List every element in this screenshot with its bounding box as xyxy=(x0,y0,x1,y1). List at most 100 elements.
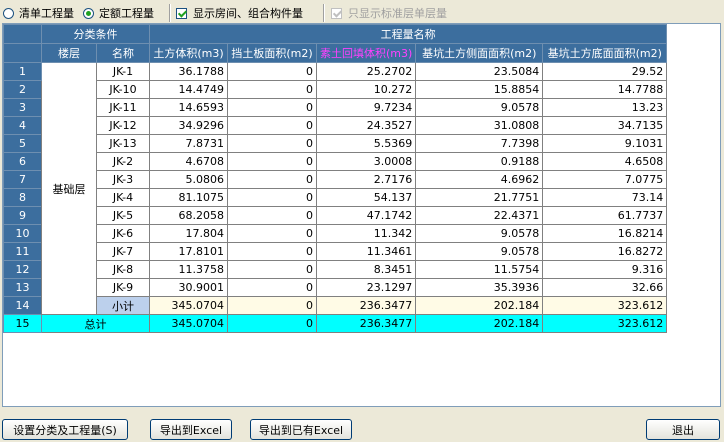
row-number[interactable]: 12 xyxy=(3,260,42,279)
row-number[interactable]: 5 xyxy=(3,134,42,153)
value-cell-earth-volume[interactable]: 4.6708 xyxy=(149,152,228,171)
row-number[interactable]: 9 xyxy=(3,206,42,225)
value-cell-bottom-area[interactable]: 16.8272 xyxy=(542,242,668,261)
value-cell-backfill-volume[interactable]: 8.3451 xyxy=(315,260,417,279)
row-number[interactable]: 14 xyxy=(3,296,42,315)
subtotal-cell-retaining-board[interactable]: 0 xyxy=(227,296,317,315)
value-cell-retaining-board[interactable]: 0 xyxy=(227,242,317,261)
total-cell-backfill-volume[interactable]: 236.3477 xyxy=(315,314,417,333)
value-cell-retaining-board[interactable]: 0 xyxy=(227,134,317,153)
value-cell-backfill-volume[interactable]: 24.3527 xyxy=(315,116,417,135)
value-cell-bottom-area[interactable]: 16.8214 xyxy=(542,224,668,243)
name-cell[interactable]: JK-3 xyxy=(96,170,150,189)
value-cell-retaining-board[interactable]: 0 xyxy=(227,206,317,225)
value-cell-backfill-volume[interactable]: 3.0008 xyxy=(315,152,417,171)
name-cell[interactable]: JK-5 xyxy=(96,206,150,225)
value-cell-bottom-area[interactable]: 73.14 xyxy=(542,188,668,207)
value-cell-retaining-board[interactable]: 0 xyxy=(227,98,317,117)
table-row[interactable]: 8 JK-4 81.1075 0 54.137 21.7751 73.14 xyxy=(3,188,668,207)
name-cell[interactable]: JK-10 xyxy=(96,80,150,99)
name-cell[interactable]: JK-11 xyxy=(96,98,150,117)
value-cell-bottom-area[interactable]: 4.6508 xyxy=(542,152,668,171)
show-rooms-checkbox[interactable]: 显示房间、组合构件量 xyxy=(176,5,303,21)
value-cell-earth-volume[interactable]: 30.9001 xyxy=(149,278,228,297)
value-cell-retaining-board[interactable]: 0 xyxy=(227,278,317,297)
table-row[interactable]: 7 JK-3 5.0806 0 2.7176 4.6962 7.0775 xyxy=(3,170,668,189)
value-cell-side-area[interactable]: 11.5754 xyxy=(415,260,544,279)
value-cell-retaining-board[interactable]: 0 xyxy=(227,116,317,135)
value-cell-backfill-volume[interactable]: 2.7176 xyxy=(315,170,417,189)
value-cell-backfill-volume[interactable]: 11.342 xyxy=(315,224,417,243)
bill-qty-radio[interactable]: 清单工程量 xyxy=(3,5,74,21)
exit-button[interactable]: 退出 xyxy=(646,419,720,440)
table-row[interactable]: 13 JK-9 30.9001 0 23.1297 35.3936 32.66 xyxy=(3,278,668,297)
value-cell-earth-volume[interactable]: 68.2058 xyxy=(149,206,228,225)
name-cell[interactable]: JK-8 xyxy=(96,260,150,279)
table-row[interactable]: 1 基础层 JK-1 36.1788 0 25.2702 23.5084 29.52 xyxy=(3,62,668,315)
export-excel-button[interactable]: 导出到Excel xyxy=(150,419,232,440)
table-row[interactable]: 9 JK-5 68.2058 0 47.1742 22.4371 61.7737 xyxy=(3,206,668,225)
value-cell-backfill-volume[interactable]: 9.7234 xyxy=(315,98,417,117)
subtotal-row[interactable]: 14 小计 345.0704 0 236.3477 202.184 323.612 xyxy=(3,296,668,315)
table-row[interactable]: 3 JK-11 14.6593 0 9.7234 9.0578 13.23 xyxy=(3,98,668,117)
value-cell-earth-volume[interactable]: 11.3758 xyxy=(149,260,228,279)
total-cell-retaining-board[interactable]: 0 xyxy=(227,314,317,333)
table-row[interactable]: 6 JK-2 4.6708 0 3.0008 0.9188 4.6508 xyxy=(3,152,668,171)
export-existing-excel-button[interactable]: 导出到已有Excel xyxy=(250,419,352,440)
value-cell-bottom-area[interactable]: 14.7788 xyxy=(542,80,668,99)
value-cell-bottom-area[interactable]: 9.316 xyxy=(542,260,668,279)
total-cell-earth-volume[interactable]: 345.0704 xyxy=(149,314,228,333)
table-row[interactable]: 2 JK-10 14.4749 0 10.272 15.8854 14.7788 xyxy=(3,80,668,99)
value-cell-side-area[interactable]: 23.5084 xyxy=(415,62,544,81)
subtotal-cell-bottom-area[interactable]: 323.612 xyxy=(542,296,668,315)
value-cell-earth-volume[interactable]: 14.6593 xyxy=(149,98,228,117)
value-cell-earth-volume[interactable]: 81.1075 xyxy=(149,188,228,207)
value-cell-side-area[interactable]: 9.0578 xyxy=(415,224,544,243)
table-row[interactable]: 10 JK-6 17.804 0 11.342 9.0578 16.8214 xyxy=(3,224,668,243)
table-row[interactable]: 12 JK-8 11.3758 0 8.3451 11.5754 9.316 xyxy=(3,260,668,279)
value-cell-side-area[interactable]: 35.3936 xyxy=(415,278,544,297)
value-cell-retaining-board[interactable]: 0 xyxy=(227,80,317,99)
value-cell-retaining-board[interactable]: 0 xyxy=(227,260,317,279)
value-cell-backfill-volume[interactable]: 54.137 xyxy=(315,188,417,207)
value-cell-backfill-volume[interactable]: 23.1297 xyxy=(315,278,417,297)
value-cell-side-area[interactable]: 7.7398 xyxy=(415,134,544,153)
row-number[interactable]: 7 xyxy=(3,170,42,189)
value-cell-side-area[interactable]: 0.9188 xyxy=(415,152,544,171)
value-cell-side-area[interactable]: 9.0578 xyxy=(415,242,544,261)
value-cell-retaining-board[interactable]: 0 xyxy=(227,62,317,81)
name-cell[interactable]: JK-6 xyxy=(96,224,150,243)
value-cell-backfill-volume[interactable]: 25.2702 xyxy=(315,62,417,81)
subtotal-cell-earth-volume[interactable]: 345.0704 xyxy=(149,296,228,315)
row-number[interactable]: 11 xyxy=(3,242,42,261)
value-cell-earth-volume[interactable]: 14.4749 xyxy=(149,80,228,99)
set-category-button[interactable]: 设置分类及工程量(S) xyxy=(2,419,128,440)
value-cell-earth-volume[interactable]: 17.8101 xyxy=(149,242,228,261)
value-cell-side-area[interactable]: 4.6962 xyxy=(415,170,544,189)
row-number[interactable]: 10 xyxy=(3,224,42,243)
total-cell-bottom-area[interactable]: 323.612 xyxy=(542,314,668,333)
value-cell-bottom-area[interactable]: 34.7135 xyxy=(542,116,668,135)
value-cell-earth-volume[interactable]: 17.804 xyxy=(149,224,228,243)
value-cell-side-area[interactable]: 31.0808 xyxy=(415,116,544,135)
row-number[interactable]: 15 xyxy=(3,314,42,333)
value-cell-side-area[interactable]: 15.8854 xyxy=(415,80,544,99)
name-cell[interactable]: JK-2 xyxy=(96,152,150,171)
row-number[interactable]: 4 xyxy=(3,116,42,135)
row-number[interactable]: 6 xyxy=(3,152,42,171)
name-cell[interactable]: JK-1 xyxy=(96,62,150,81)
total-row[interactable]: 15 总计 345.0704 0 236.3477 202.184 323.612 xyxy=(3,314,668,333)
row-number[interactable]: 13 xyxy=(3,278,42,297)
table-row[interactable]: 4 JK-12 34.9296 0 24.3527 31.0808 34.7135 xyxy=(3,116,668,135)
row-number[interactable]: 3 xyxy=(3,98,42,117)
value-cell-bottom-area[interactable]: 9.1031 xyxy=(542,134,668,153)
table-row[interactable]: 5 JK-13 7.8731 0 5.5369 7.7398 9.1031 xyxy=(3,134,668,153)
subtotal-cell-side-area[interactable]: 202.184 xyxy=(415,296,544,315)
value-cell-side-area[interactable]: 22.4371 xyxy=(415,206,544,225)
value-cell-earth-volume[interactable]: 34.9296 xyxy=(149,116,228,135)
value-cell-retaining-board[interactable]: 0 xyxy=(227,224,317,243)
value-cell-retaining-board[interactable]: 0 xyxy=(227,152,317,171)
value-cell-bottom-area[interactable]: 32.66 xyxy=(542,278,668,297)
quota-qty-radio[interactable]: 定额工程量 xyxy=(83,5,154,21)
value-cell-retaining-board[interactable]: 0 xyxy=(227,170,317,189)
